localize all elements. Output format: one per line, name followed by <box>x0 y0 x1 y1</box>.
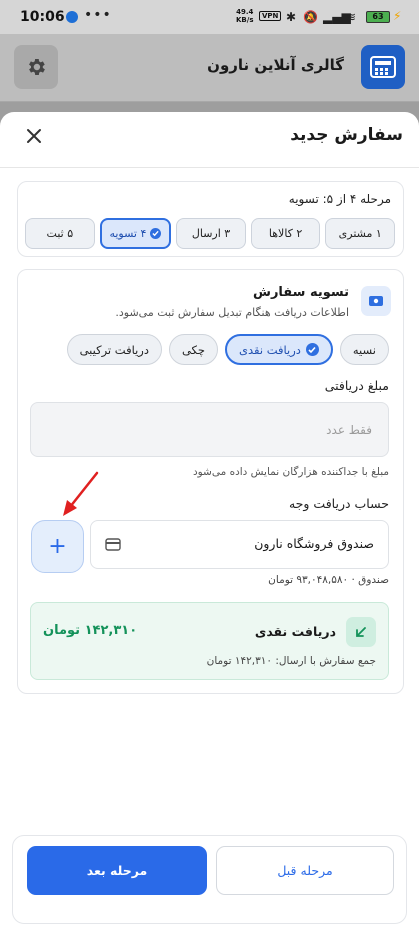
step-label: ۲ کالاها <box>268 227 303 240</box>
close-button[interactable] <box>22 124 46 148</box>
account-select[interactable]: صندوق فروشگاه نارون <box>90 520 389 569</box>
battery-icon: 63 <box>366 11 390 23</box>
wifi-icon: ≋ <box>346 10 357 24</box>
step-caption: مرحله ۴ از ۵: تسویه <box>288 192 391 206</box>
step-shipping[interactable]: ۳ ارسال <box>176 218 246 249</box>
steps-card: مرحله ۴ از ۵: تسویه ۱ مشتری ۲ کالاها ۳ ا… <box>17 181 404 257</box>
mute-icon: 🔕 <box>303 10 318 24</box>
amount-hint: مبلغ با جداکننده هزارگان نمایش داده می‌ش… <box>192 466 389 478</box>
step-label: ۳ ارسال <box>191 227 231 240</box>
account-selected-value: صندوق فروشگاه نارون <box>254 536 374 551</box>
header-divider <box>0 167 419 168</box>
summary-subtitle: جمع سفارش با ارسال: ۱۴۲,۳۱۰ تومان <box>206 655 376 667</box>
account-balance: صندوق · ۹۳,۰۴۸,۵۸۰ تومان <box>268 574 389 586</box>
payment-method-chips: نسیه دریافت نقدی چکی دریافت ترکیبی <box>66 334 389 365</box>
chip-label: دریافت نقدی <box>239 342 301 357</box>
step-label: ۴ تسویه <box>109 227 147 240</box>
more-notifications-icon: ••• <box>84 7 112 23</box>
credit-card-icon <box>105 538 121 551</box>
notification-app-icon <box>66 11 78 23</box>
step-label: ۵ ثبت <box>46 227 74 240</box>
amount-input[interactable] <box>30 402 389 457</box>
method-chip-cheque[interactable]: چکی <box>168 334 218 365</box>
stepper: ۱ مشتری ۲ کالاها ۳ ارسال ۴ تسویه ۵ ثبت <box>25 218 395 249</box>
method-chip-credit[interactable]: نسیه <box>339 334 389 365</box>
step-submit[interactable]: ۵ ثبت <box>25 218 95 249</box>
network-speed-unit: KB/s <box>236 16 254 24</box>
charging-icon: ⚡ <box>393 9 402 23</box>
close-icon <box>27 129 41 143</box>
app-title: گالری آنلاین نارون <box>207 56 344 74</box>
method-chip-cash[interactable]: دریافت نقدی <box>225 334 333 365</box>
step-label: ۱ مشتری <box>338 227 382 240</box>
payment-summary: دریافت نقدی ۱۴۲,۳۱۰ تومان جمع سفارش با ا… <box>30 602 389 680</box>
vpn-icon: VPN <box>259 11 282 21</box>
app-bar: گالری آنلاین نارون <box>0 34 419 102</box>
network-speed-value: 49.4 <box>236 8 254 16</box>
account-label: حساب دریافت وجه <box>288 496 389 511</box>
plus-icon: + <box>48 533 67 559</box>
sheet-header: سفارش جدید <box>0 112 419 162</box>
method-chip-combined[interactable]: دریافت ترکیبی <box>66 334 162 365</box>
settlement-subtitle: اطلاعات دریافت هنگام تبدیل سفارش ثبت می‌… <box>115 306 349 319</box>
status-time: 10:06 <box>20 9 65 25</box>
step-customer[interactable]: ۱ مشتری <box>325 218 395 249</box>
step-settlement[interactable]: ۴ تسویه <box>99 218 172 249</box>
chip-label: چکی <box>181 342 205 357</box>
arrow-down-left-icon <box>346 617 376 647</box>
network-speed: 49.4 KB/s <box>236 8 253 24</box>
summary-title: دریافت نقدی <box>254 624 336 639</box>
status-bar: 10:06 ••• 49.4 KB/s VPN ✱ 🔕 ▂▄▆ ≋ 63 ⚡ <box>0 0 419 34</box>
app-logo-icon[interactable] <box>361 45 405 89</box>
chip-label: دریافت ترکیبی <box>79 342 149 357</box>
bluetooth-icon: ✱ <box>286 10 297 24</box>
settings-gear-icon[interactable] <box>14 45 58 89</box>
annotation-arrow-icon <box>63 471 99 516</box>
previous-step-button[interactable]: مرحله قبل <box>216 846 394 895</box>
footer-actions: مرحله قبل مرحله بعد <box>12 835 407 924</box>
check-icon <box>150 228 162 239</box>
step-items[interactable]: ۲ کالاها <box>250 218 321 249</box>
payment-icon <box>361 286 391 316</box>
settlement-title: تسویه سفارش <box>253 285 349 300</box>
sheet-title: سفارش جدید <box>290 125 403 145</box>
summary-amount: ۱۴۲,۳۱۰ تومان <box>43 623 138 638</box>
amount-label: مبلغ دریافتی <box>324 378 389 393</box>
chip-label: نسیه <box>352 342 376 357</box>
next-step-button[interactable]: مرحله بعد <box>27 846 207 895</box>
check-icon <box>305 343 319 356</box>
